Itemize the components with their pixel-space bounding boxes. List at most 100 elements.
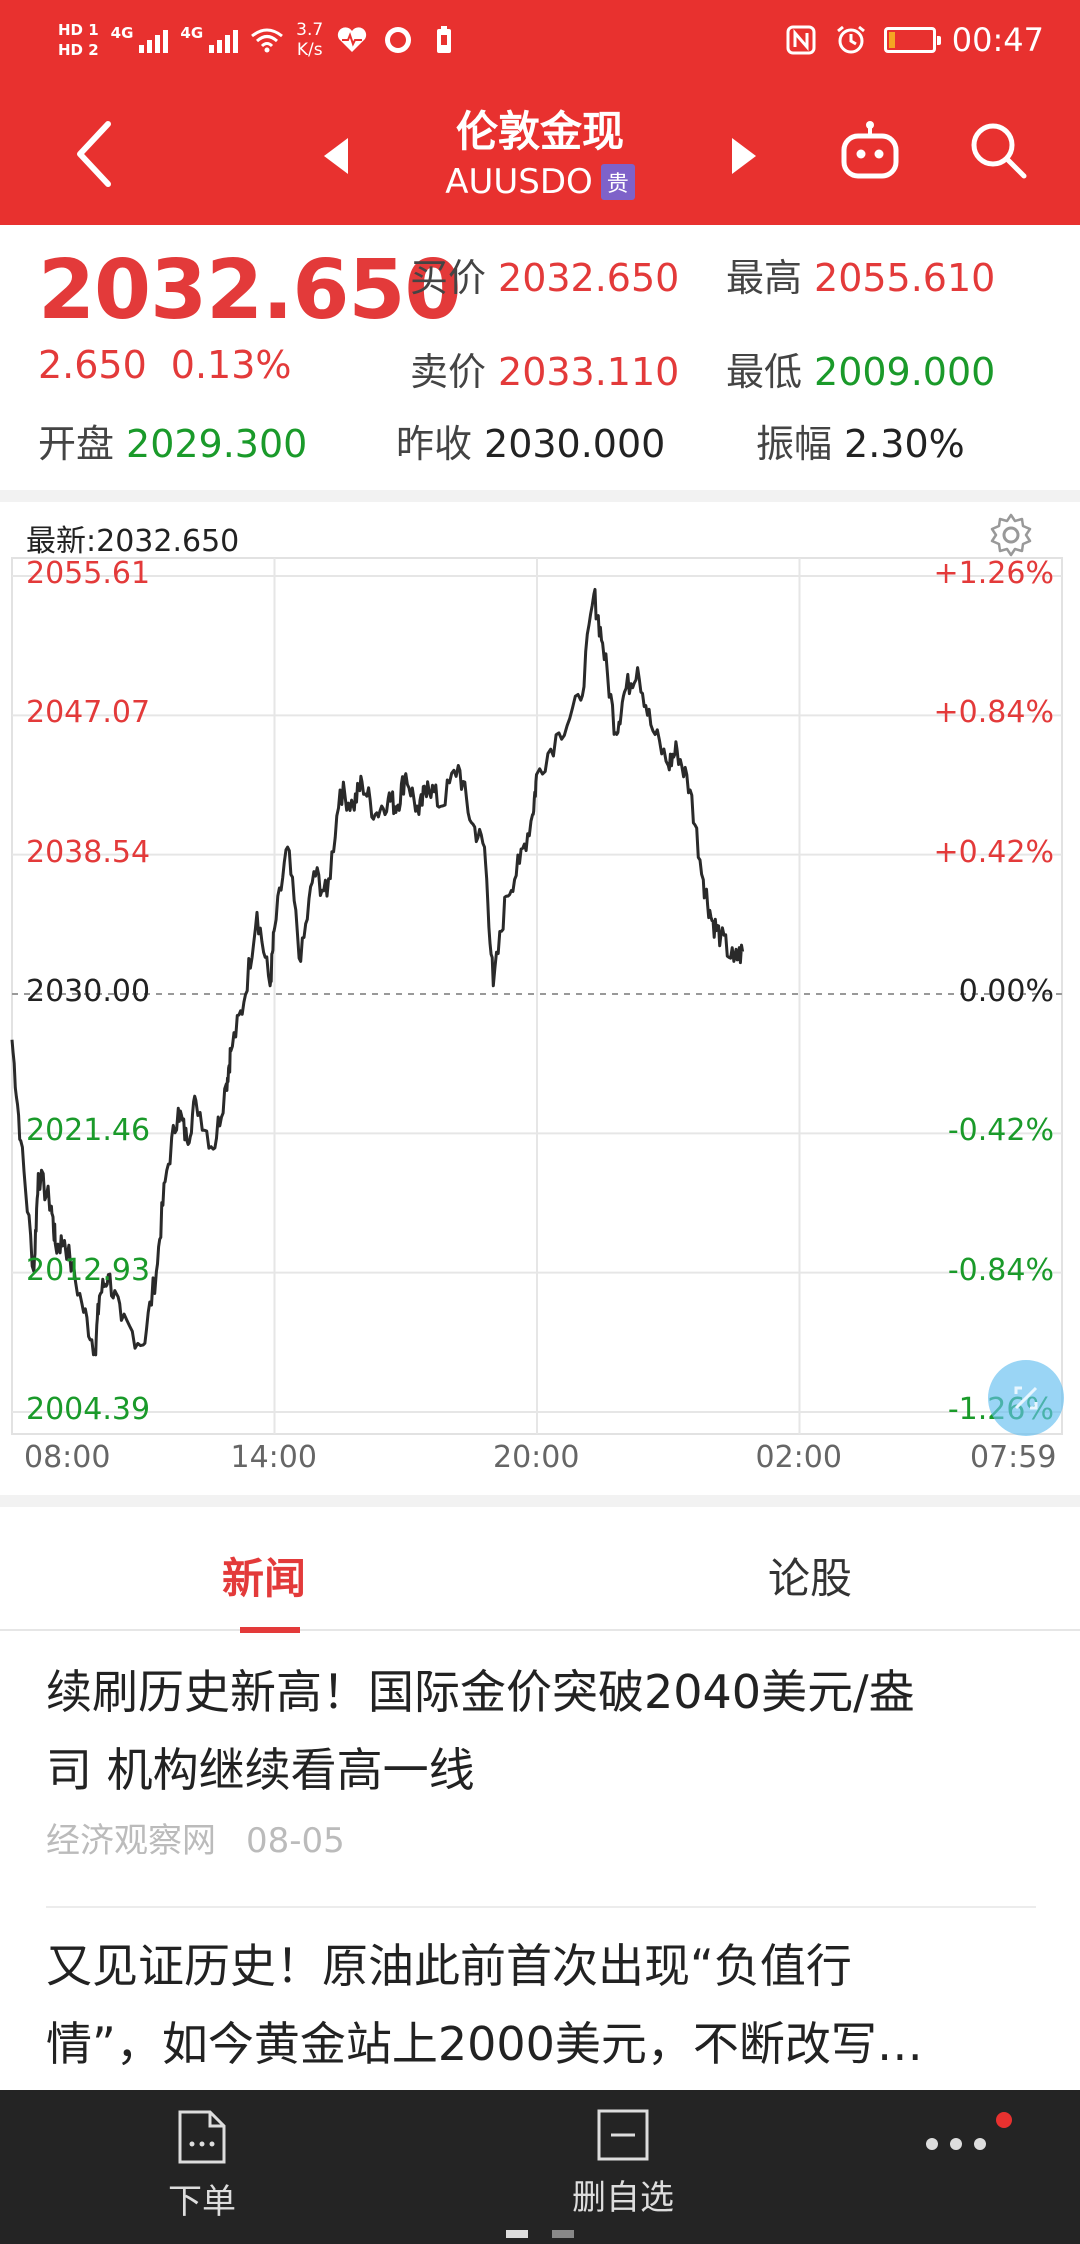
signal-1-icon	[139, 27, 169, 53]
page-indicator	[506, 2230, 528, 2238]
latest-price-label: 最新:2032.650	[26, 524, 240, 559]
amplitude-value: 2.30%	[844, 422, 965, 466]
fullscreen-button[interactable]	[988, 1360, 1064, 1436]
news-title-line: 情”，如今黄金站上2000美元，不断改写…	[46, 2017, 923, 2071]
high-cell: 最高 2055.610	[726, 247, 995, 302]
net-speed: 3.7 K/s	[296, 20, 323, 60]
tab-news[interactable]: 新闻	[222, 1545, 306, 1606]
divider	[46, 1906, 1036, 1908]
news-date: 08-05	[246, 1821, 345, 1861]
change-percent: 0.13%	[170, 343, 292, 387]
order-label: 下单	[168, 2182, 236, 2222]
prev-arrow-icon[interactable]	[322, 136, 352, 176]
y-label-right: -0.42%	[947, 1113, 1054, 1149]
symbol-row: AUUSDO 贵	[380, 162, 700, 202]
bid-cell: 买价 2032.650	[410, 247, 679, 302]
news-title-line: 司 机构继续看高一线	[46, 1743, 475, 1797]
sim-battery-icon	[427, 23, 461, 57]
bid-label: 买价	[410, 256, 487, 300]
hd-indicator: HD 1 HD 2	[58, 20, 99, 60]
notification-dot	[996, 2112, 1012, 2128]
news-title: 续刷历史新高！国际金价突破2040美元/盎 司 机构继续看高一线	[46, 1653, 1036, 1809]
news-title: 又见证历史！原油此前首次出现“负值行 情”，如今黄金站上2000美元，不断改写…	[46, 1927, 1036, 2083]
y-label-left: 2055.61	[26, 556, 151, 591]
open-label: 开盘	[38, 422, 115, 466]
gear-icon[interactable]	[988, 512, 1034, 558]
battery-fill	[888, 32, 896, 48]
search-icon[interactable]	[968, 120, 1028, 180]
status-right: 00:47	[784, 12, 1044, 68]
expand-icon	[1014, 1386, 1038, 1410]
more-button[interactable]	[924, 2136, 988, 2160]
hd2-label: HD 2	[58, 41, 99, 59]
chart-panel[interactable]: 最新:2032.650 2055.61 +1.26% 2047.07 +0.84% 20…	[0, 490, 1080, 1490]
x-label: 14:00	[230, 1440, 317, 1475]
wifi-icon	[250, 23, 284, 57]
y-label-left: 2021.46	[26, 1113, 151, 1149]
change-value: 2.650	[38, 343, 147, 387]
order-icon	[178, 2110, 226, 2164]
amplitude-label: 振幅	[756, 422, 833, 466]
y-label-right: -0.84%	[947, 1252, 1054, 1288]
symbol-code: AUUSDO	[445, 162, 593, 202]
net2-label: 4G	[180, 24, 204, 42]
y-label-left: 2012.93	[26, 1252, 151, 1288]
quote-panel: 2032.650 2.650 0.13% 买价 2032.650 最高 2055.61…	[0, 225, 1080, 487]
news-title-line: 续刷历史新高！国际金价突破2040美元/盎	[46, 1665, 915, 1719]
news-item[interactable]: 又见证历史！原油此前首次出现“负值行 情”，如今黄金站上2000美元，不断改写…	[46, 1927, 1036, 2083]
x-label: 20:00	[493, 1440, 580, 1475]
page-title: 伦敦金现	[455, 107, 624, 156]
y-label-left: 2004.39	[26, 1392, 151, 1427]
y-label-right: 0.00%	[958, 974, 1054, 1009]
alarm-icon	[834, 23, 868, 57]
ask-cell: 卖价 2033.110	[410, 341, 679, 396]
heart-rate-icon	[335, 23, 369, 57]
next-arrow-icon[interactable]	[728, 136, 758, 176]
signal-2-icon	[209, 27, 239, 53]
x-label: 07:59	[970, 1440, 1057, 1475]
prev-close-value: 2030.000	[484, 422, 666, 466]
nfc-icon	[784, 23, 818, 57]
speed-unit: K/s	[296, 40, 323, 60]
y-label-left: 2038.54	[26, 834, 151, 870]
remove-icon	[597, 2109, 649, 2161]
open-value: 2029.300	[126, 422, 308, 466]
news-source: 经济观察网	[46, 1821, 216, 1861]
news-title-line: 又见证历史！原油此前首次出现“负值行	[46, 1939, 852, 1993]
news-meta: 经济观察网 08-05	[46, 1813, 1036, 1862]
hd1-label: HD 1	[58, 21, 99, 39]
battery-icon	[883, 27, 941, 53]
remove-watchlist-button[interactable]: 删自选	[572, 2108, 674, 2219]
nav-bar: 伦敦金现 AUUSDO 贵	[0, 80, 1080, 225]
status-bar: HD 1 HD 2 4G 4G 3.7 K/s 00:47	[0, 0, 1080, 80]
price-chart[interactable]	[0, 502, 1080, 1490]
page-indicator	[552, 2230, 574, 2238]
bottom-action-bar: 下单 删自选	[0, 2090, 1080, 2244]
ask-value: 2033.110	[498, 350, 680, 394]
high-label: 最高	[726, 256, 803, 300]
tab-active-indicator	[240, 1627, 300, 1633]
low-value: 2009.000	[814, 350, 996, 394]
category-badge: 贵	[600, 164, 635, 200]
back-icon[interactable]	[70, 118, 120, 190]
top-bar: HD 1 HD 2 4G 4G 3.7 K/s 00:47 伦敦金现 AUUSD…	[0, 0, 1080, 225]
order-button[interactable]: 下单	[168, 2108, 236, 2223]
more-icon	[926, 2138, 986, 2150]
high-value: 2055.610	[814, 256, 996, 300]
y-label-right: +0.42%	[933, 834, 1054, 870]
low-label: 最低	[726, 350, 803, 394]
app-notification-icon	[381, 23, 415, 57]
content-tabs: 新闻 论股	[0, 1495, 1080, 1633]
robot-icon[interactable]	[838, 120, 902, 184]
news-item[interactable]: 续刷历史新高！国际金价突破2040美元/盎 司 机构继续看高一线 经济观察网 08…	[46, 1653, 1036, 1862]
amplitude-cell: 振幅 2.30%	[756, 413, 965, 468]
status-left: HD 1 HD 2 4G 4G 3.7 K/s	[58, 12, 461, 68]
tab-forum[interactable]: 论股	[768, 1545, 852, 1606]
remove-label: 删自选	[572, 2178, 674, 2218]
prev-close-label: 昨收	[396, 422, 473, 466]
y-label-right: +0.84%	[933, 695, 1054, 731]
x-label: 08:00	[24, 1440, 111, 1475]
y-label-left: 2030.00	[26, 974, 151, 1009]
y-label-right: +1.26%	[933, 556, 1054, 591]
net1-label: 4G	[110, 24, 134, 42]
